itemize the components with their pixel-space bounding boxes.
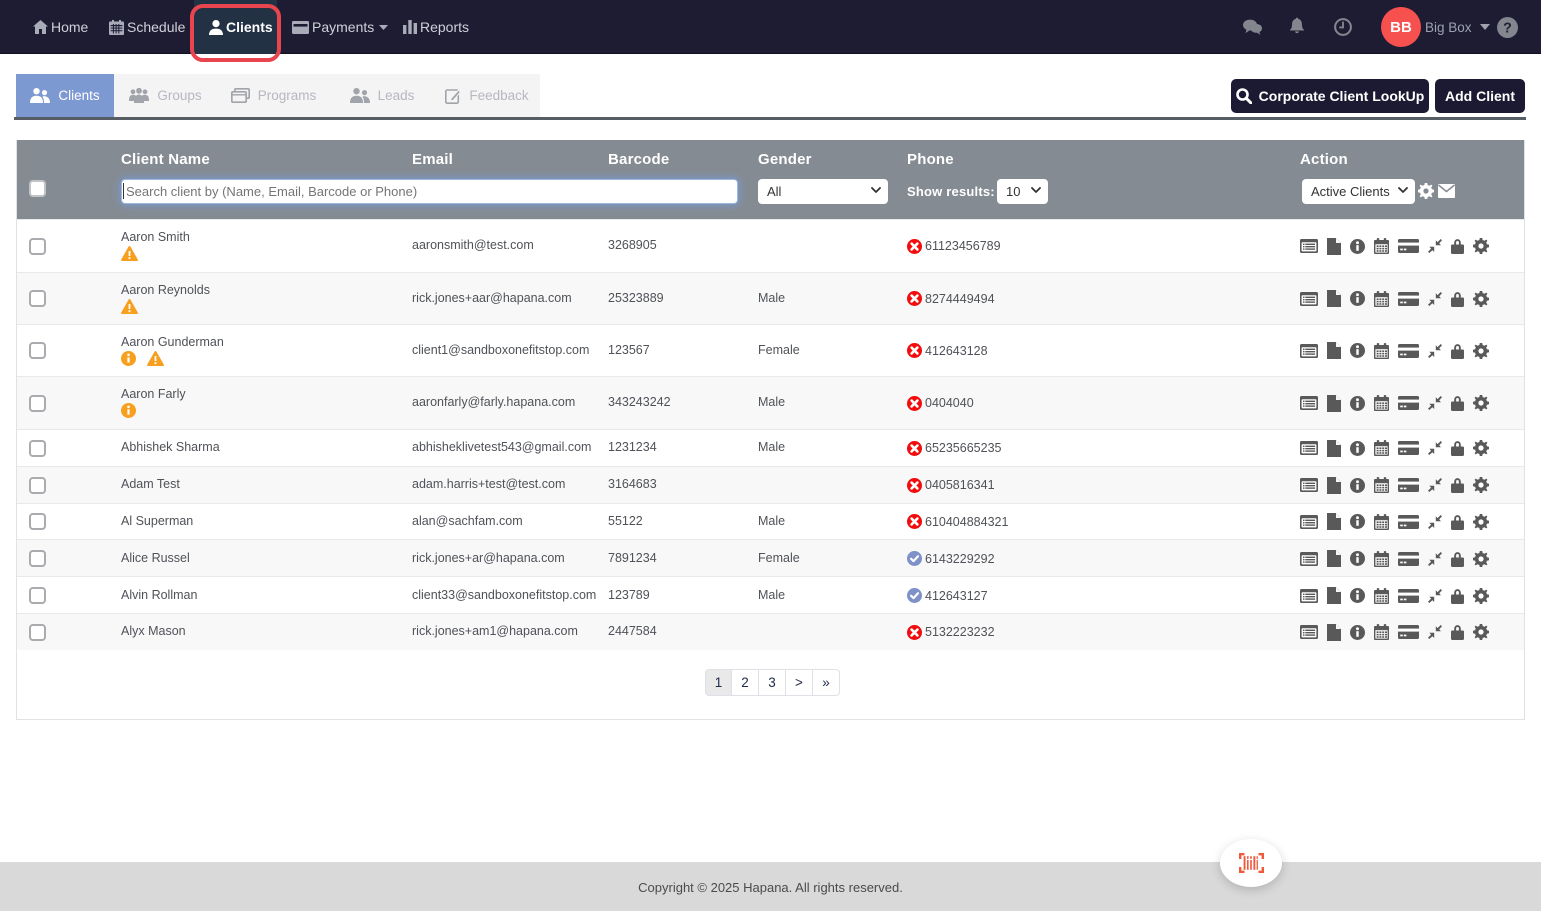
svg-text:?: ? — [1503, 20, 1512, 36]
